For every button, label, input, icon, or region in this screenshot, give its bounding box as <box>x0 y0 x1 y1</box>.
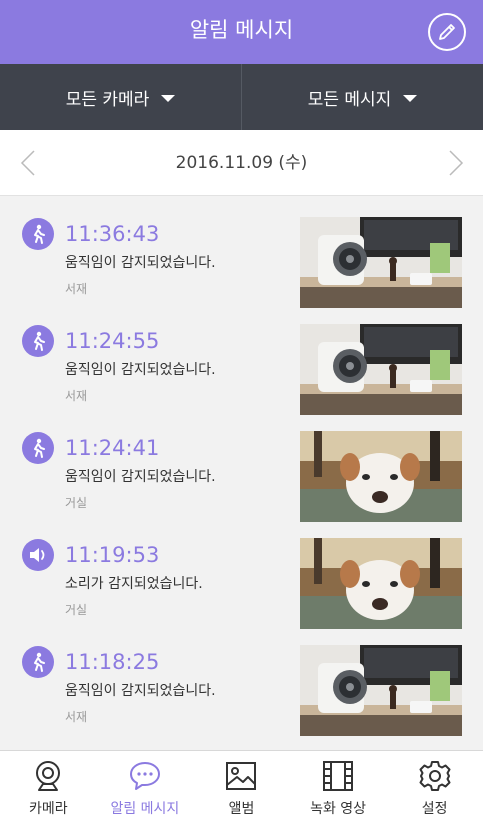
tab-label: 알림 메시지 <box>110 801 180 817</box>
speaker-desk-thumbnail[interactable] <box>300 645 462 736</box>
webcam-icon <box>36 761 61 791</box>
dog-thumbnail[interactable] <box>300 538 462 629</box>
notification-location: 거실 <box>65 603 88 617</box>
notification-item[interactable]: 11:24:55 움직임이 감지되었습니다. 서재 <box>0 303 483 415</box>
dog-thumbnail[interactable] <box>300 431 462 522</box>
notification-time: 11:24:41 <box>65 436 160 460</box>
tab-recordings[interactable]: 녹화 영상 <box>290 751 387 826</box>
notification-message: 움직임이 감지되었습니다. <box>65 362 216 378</box>
tab-alerts[interactable]: 알림 메시지 <box>97 751 194 826</box>
speaker-desk-thumbnail[interactable] <box>300 324 462 415</box>
notification-list[interactable]: 11:36:43 움직임이 감지되었습니다. 서재 11:24:55 움직임이 … <box>0 196 483 750</box>
image-icon <box>226 762 257 790</box>
chat-bubble-icon <box>129 762 160 790</box>
chevron-right-icon[interactable] <box>440 148 470 178</box>
notification-time: 11:19:53 <box>65 543 160 567</box>
tab-label: 카메라 <box>28 801 68 817</box>
filter-bar: 모든 카메라 모든 메시지 <box>0 64 483 130</box>
notification-message: 움직임이 감지되었습니다. <box>65 469 216 485</box>
notification-location: 거실 <box>65 496 88 510</box>
walking-person-icon <box>22 325 54 357</box>
camera-filter-dropdown[interactable]: 모든 카메라 <box>0 64 241 130</box>
notification-message: 움직임이 감지되었습니다. <box>65 683 216 699</box>
notification-time: 11:36:43 <box>65 222 160 246</box>
speaker-icon <box>22 539 54 571</box>
tab-label: 녹화 영상 <box>310 801 367 817</box>
date-navigator: 2016.11.09 (수) <box>0 130 483 196</box>
notification-item[interactable]: 11:18:25 움직임이 감지되었습니다. 서재 <box>0 624 483 736</box>
tab-label: 설정 <box>421 801 448 817</box>
message-filter-dropdown[interactable]: 모든 메시지 <box>241 64 483 130</box>
tab-settings[interactable]: 설정 <box>386 751 483 826</box>
bottom-tab-bar: 카메라 알림 메시지 앨범 녹화 영상 설정 <box>0 750 483 826</box>
notification-location: 서재 <box>65 389 88 403</box>
film-icon <box>323 761 354 791</box>
caret-down-icon <box>161 94 176 102</box>
message-filter-label: 모든 메시지 <box>307 89 392 110</box>
tab-album[interactable]: 앨범 <box>193 751 290 826</box>
edit-button[interactable] <box>428 13 466 51</box>
notification-location: 서재 <box>65 282 88 296</box>
notification-message: 소리가 감지되었습니다. <box>65 576 203 592</box>
app-header: 알림 메시지 <box>0 0 483 64</box>
page-title: 알림 메시지 <box>189 18 294 42</box>
notification-item[interactable]: 11:24:41 움직임이 감지되었습니다. 거실 <box>0 410 483 522</box>
notification-item[interactable]: 11:36:43 움직임이 감지되었습니다. 서재 <box>0 196 483 308</box>
tab-label: 앨범 <box>228 801 255 817</box>
notification-item[interactable]: 11:19:53 소리가 감지되었습니다. 거실 <box>0 517 483 629</box>
tab-camera[interactable]: 카메라 <box>0 751 97 826</box>
speaker-desk-thumbnail[interactable] <box>300 217 462 308</box>
notification-time: 11:24:55 <box>65 329 160 353</box>
notification-time: 11:18:25 <box>65 650 160 674</box>
camera-filter-label: 모든 카메라 <box>65 89 150 110</box>
pencil-icon <box>439 24 455 40</box>
walking-person-icon <box>22 432 54 464</box>
caret-down-icon <box>403 94 418 102</box>
notification-location: 서재 <box>65 710 88 724</box>
current-date: 2016.11.09 (수) <box>175 153 308 173</box>
gear-icon <box>419 761 451 791</box>
walking-person-icon <box>22 646 54 678</box>
walking-person-icon <box>22 218 54 250</box>
notification-message: 움직임이 감지되었습니다. <box>65 255 216 271</box>
